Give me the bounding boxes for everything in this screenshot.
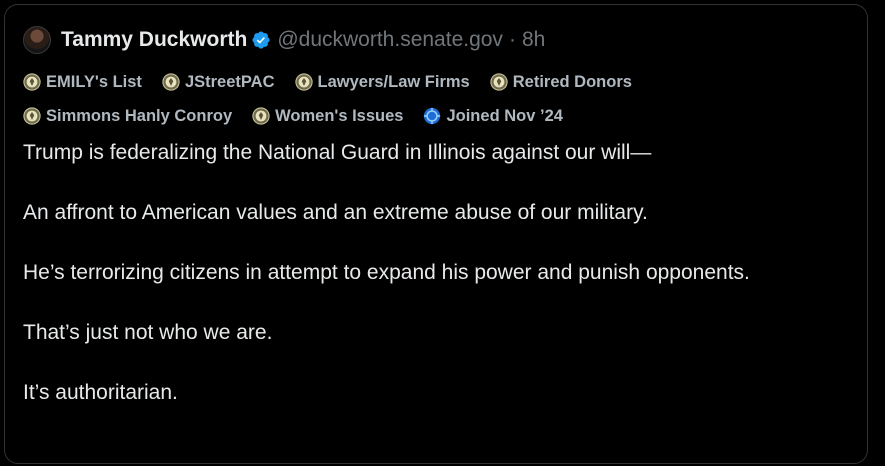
tag-emilys-list[interactable]: EMILY's List [23, 73, 142, 92]
tag-label: EMILY's List [46, 72, 142, 91]
tag-joined-date: Joined Nov ’24 [423, 106, 563, 126]
seal-icon [294, 73, 313, 91]
post-text: Trump is federalizing the National Guard… [23, 138, 843, 408]
verified-badge-icon [252, 31, 270, 49]
tag-label: Joined Nov ’24 [446, 106, 563, 125]
tag-label: JStreetPAC [184, 72, 275, 91]
seal-icon [23, 107, 41, 125]
tag-row-2: Simmons Hanly Conroy Women's Issues Join… [23, 103, 863, 129]
avatar[interactable] [23, 26, 51, 54]
tag-row-1: EMILY's List JStreetPAC Lawyers/Law Firm… [23, 69, 863, 95]
post-card[interactable]: Tammy Duckworth @duckworth.senate.gov · … [4, 4, 868, 464]
post-paragraph: That’s just not who we are. [23, 321, 273, 344]
tag-label: Simmons Hanly Conroy [46, 106, 233, 125]
tag-lawyers-law-firms[interactable]: Lawyers/Law Firms [294, 72, 470, 92]
tag-jstreetpac[interactable]: JStreetPAC [162, 73, 275, 92]
tag-simmons-hanly-conroy[interactable]: Simmons Hanly Conroy [23, 107, 232, 126]
joined-icon [424, 107, 441, 125]
tag-womens-issues[interactable]: Women's Issues [252, 107, 403, 126]
separator-dot: · [508, 28, 516, 51]
post-paragraph: Trump is federalizing the National Guard… [23, 141, 652, 164]
post-header: Tammy Duckworth @duckworth.senate.gov · … [23, 25, 545, 55]
tag-label: Lawyers/Law Firms [317, 72, 470, 91]
author-name[interactable]: Tammy Duckworth [61, 28, 247, 52]
tag-retired-donors[interactable]: Retired Donors [490, 73, 632, 92]
seal-icon [23, 73, 41, 91]
author-handle[interactable]: @duckworth.senate.gov [277, 28, 503, 52]
post-time[interactable]: 8h [522, 28, 545, 52]
post-paragraph: It’s authoritarian. [23, 381, 178, 404]
post-paragraph: He’s terrorizing citizens in attempt to … [23, 261, 750, 284]
seal-icon [490, 73, 508, 91]
post-paragraph: An affront to American values and an ext… [23, 201, 648, 224]
seal-icon [252, 107, 270, 125]
seal-icon [162, 73, 180, 91]
tag-label: Women's Issues [275, 106, 404, 125]
tag-label: Retired Donors [512, 72, 632, 91]
